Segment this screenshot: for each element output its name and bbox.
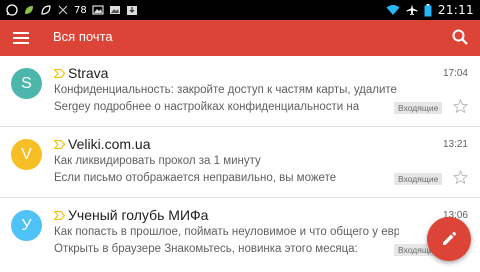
sender-line: Strava — [54, 64, 108, 82]
battery-icon — [424, 3, 432, 16]
email-subject: Как попасть в прошлое, поймать неуловимо… — [54, 226, 399, 238]
inbox-label: Входящие — [394, 102, 443, 114]
airplane-icon — [406, 4, 418, 16]
status-time: 21:11 — [437, 3, 474, 17]
pencil-icon — [443, 231, 457, 245]
avatar[interactable]: S — [11, 68, 42, 99]
email-time: 13:21 — [442, 139, 468, 150]
image-icon — [92, 5, 104, 15]
sender-line: Veliki.com.ua — [54, 135, 150, 153]
email-snippet: Открыть в браузере Знакомьтесь, новинка … — [54, 243, 358, 255]
important-marker-icon[interactable] — [54, 210, 65, 220]
sender-name: Veliki.com.ua — [68, 136, 151, 152]
email-row[interactable]: S Strava 17:04 Конфиденциальность: закро… — [0, 56, 480, 127]
battery-level-text: 78 — [74, 4, 87, 16]
email-row[interactable]: V Veliki.com.ua 13:21 Как ликвидировать … — [0, 127, 480, 198]
whatsapp-icon — [6, 4, 18, 16]
email-snippet: Sergey подробнее о настройках конфиденци… — [54, 101, 360, 113]
leaf-icon — [41, 5, 51, 15]
email-list: S Strava 17:04 Конфиденциальность: закро… — [0, 56, 480, 268]
email-subject: Конфиденциальность: закройте доступ к ча… — [54, 84, 397, 96]
sender-name: Strava — [68, 65, 109, 81]
avatar[interactable]: V — [11, 139, 42, 170]
important-marker-icon[interactable] — [54, 139, 65, 149]
status-bar: 78 21:11 — [0, 0, 480, 20]
menu-icon[interactable] — [13, 31, 29, 45]
email-snippet: Если письмо отображается неправильно, вы… — [54, 172, 337, 184]
missed-call-icon — [58, 5, 68, 15]
important-marker-icon[interactable] — [54, 68, 65, 78]
star-icon[interactable] — [452, 169, 469, 186]
email-row[interactable]: У Ученый голубь МИФа 13:06 Как попасть в… — [0, 198, 480, 268]
email-time: 17:04 — [442, 68, 468, 79]
status-left: 78 — [6, 0, 138, 20]
sender-name: Ученый голубь МИФа — [68, 207, 209, 223]
status-right: 21:11 — [386, 0, 474, 20]
inbox-label: Входящие — [394, 173, 443, 185]
avatar[interactable]: У — [11, 210, 42, 241]
email-subject: Как ликвидировать прокол за 1 минуту — [54, 155, 261, 167]
wifi-icon — [386, 5, 400, 15]
search-icon[interactable] — [451, 28, 469, 46]
app-bar: Вся почта — [0, 20, 480, 56]
star-icon[interactable] — [452, 98, 469, 115]
leaf-icon — [25, 6, 33, 14]
page-title: Вся почта — [53, 29, 113, 44]
download-icon — [126, 6, 137, 15]
sender-line: Ученый голубь МИФа — [54, 206, 208, 224]
image-icon — [109, 6, 120, 14]
compose-button[interactable] — [427, 217, 471, 261]
